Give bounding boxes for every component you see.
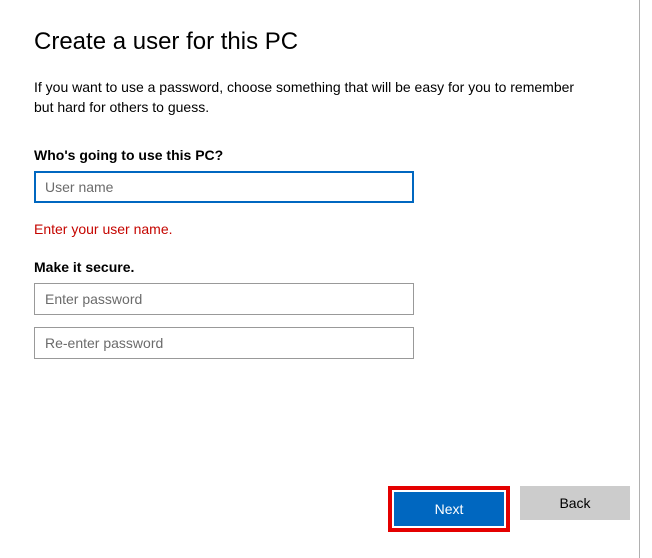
next-button-highlight: Next (388, 486, 510, 532)
password-confirm-field[interactable] (34, 327, 414, 359)
right-divider (639, 0, 640, 558)
intro-text: If you want to use a password, choose so… (34, 78, 594, 117)
dialog-content: Create a user for this PC If you want to… (0, 0, 652, 359)
back-button[interactable]: Back (520, 486, 630, 520)
username-error: Enter your user name. (34, 221, 618, 237)
password-section-label: Make it secure. (34, 259, 618, 275)
page-title: Create a user for this PC (34, 28, 618, 56)
button-row: Next Back (0, 486, 640, 532)
password-field[interactable] (34, 283, 414, 315)
next-button[interactable]: Next (394, 492, 504, 526)
username-field[interactable] (34, 171, 414, 203)
username-section-label: Who's going to use this PC? (34, 147, 618, 163)
